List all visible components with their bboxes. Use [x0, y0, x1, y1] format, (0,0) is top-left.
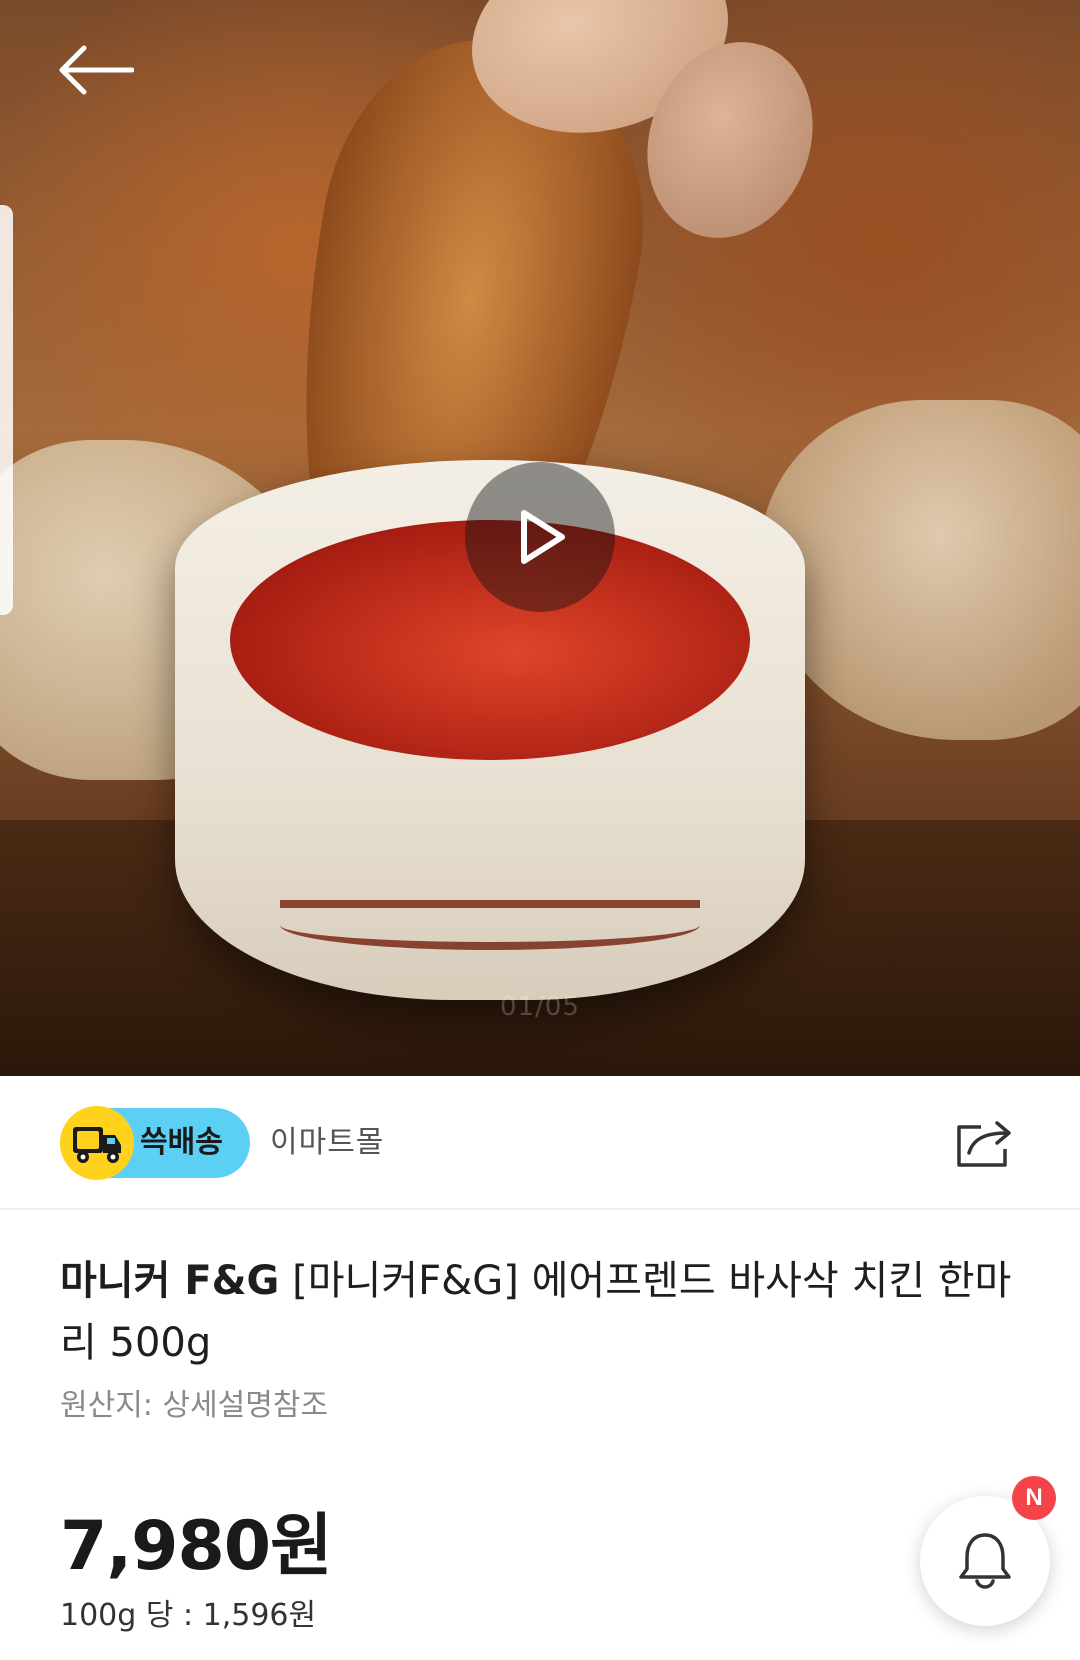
delivery-badge-label: 쓱배송 [140, 1125, 223, 1160]
background-paper [760, 400, 1080, 740]
unit-price: 100g 당 : 1,596원 [60, 1598, 317, 1633]
new-badge: N [1012, 1476, 1056, 1520]
product-image-carousel[interactable]: 01/05 [0, 0, 1080, 1076]
play-video-button[interactable] [465, 462, 615, 612]
bell-icon [959, 1533, 1011, 1589]
play-icon [521, 510, 565, 564]
product-title: 마니커 F&G [마니커F&G] 에어프렌드 바사삭 치킨 한마리 500g [60, 1250, 1020, 1374]
store-name[interactable]: 이마트몰 [270, 1108, 384, 1178]
image-page-indicator: 01/05 [500, 992, 580, 1022]
back-button[interactable] [50, 30, 140, 110]
store-bar: 쓱배송 이마트몰 [0, 1076, 1080, 1210]
product-origin: 원산지: 상세설명참조 [60, 1388, 329, 1423]
cup-stripe [280, 900, 700, 950]
product-price: 7,980원 [60, 1507, 333, 1586]
truck-icon [60, 1106, 134, 1180]
delivery-badge[interactable]: 쓱배송 [60, 1106, 250, 1180]
share-icon [957, 1121, 1011, 1167]
product-brand[interactable]: 마니커 F&G [60, 1258, 279, 1304]
share-button[interactable] [950, 1114, 1020, 1174]
back-arrow-icon [59, 45, 134, 95]
side-drawer-handle[interactable] [0, 205, 13, 615]
